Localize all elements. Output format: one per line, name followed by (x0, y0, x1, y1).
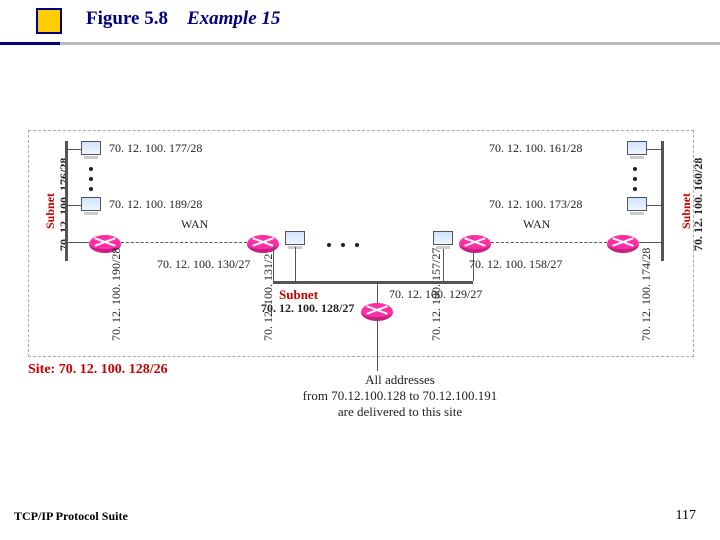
left-subnet-bus (65, 141, 68, 261)
page-number: 117 (676, 508, 696, 524)
figure-name: Example 15 (187, 8, 280, 29)
network-diagram: Subnet 70. 12. 100. 176/28 70. 12. 100. … (28, 130, 694, 357)
host-icon (627, 141, 647, 157)
link (65, 205, 81, 206)
link (65, 149, 81, 150)
caption-line3: are delivered to this site (338, 404, 462, 419)
host-right-bot-ip: 70. 12. 100. 173/28 (489, 197, 582, 212)
host-icon (81, 197, 101, 213)
link (295, 247, 296, 281)
router-left-ip: 70. 12. 100. 130/27 (157, 257, 250, 272)
host-icon (285, 231, 305, 247)
ellipsis-dot (633, 187, 637, 191)
if-right-in: 70. 12. 100. 157/27 (429, 248, 444, 341)
router-right (607, 235, 639, 253)
caption-line1: All addresses (365, 372, 435, 387)
ellipsis-dot (355, 243, 359, 247)
host-icon (81, 141, 101, 157)
wan-left-label: WAN (181, 217, 208, 232)
ellipsis-dot (633, 167, 637, 171)
host-right-top-ip: 70. 12. 100. 161/28 (489, 141, 582, 156)
link (65, 242, 89, 243)
wan-right-label: WAN (523, 217, 550, 232)
host-icon (627, 197, 647, 213)
footer-left: TCP/IP Protocol Suite (14, 509, 128, 524)
delivery-caption: All addresses from 70.12.100.128 to 70.1… (270, 372, 530, 420)
title-ornament (36, 8, 62, 34)
right-subnet-bus (661, 141, 664, 261)
link (647, 205, 661, 206)
router-mid-left (247, 235, 279, 253)
subnet-left-label: Subnet (43, 193, 58, 229)
host-icon (433, 231, 453, 247)
router-mid-right (459, 235, 491, 253)
title-underline (0, 42, 720, 45)
figure-title: Figure 5.8 Example 15 (86, 8, 280, 30)
link (639, 242, 661, 243)
figure-number: Figure 5.8 (86, 8, 168, 29)
host-left-top-ip: 70. 12. 100. 177/28 (109, 141, 202, 156)
uplink (377, 317, 378, 371)
if-left-out: 70. 12. 100. 190/28 (109, 248, 124, 341)
site-label: Site: 70. 12. 100. 128/26 (28, 362, 168, 378)
wan-link-right (491, 242, 607, 243)
wan-link-left (121, 242, 247, 243)
title-row: Figure 5.8 Example 15 (0, 8, 720, 42)
link (273, 245, 274, 281)
subnet-right-addr: 70. 12. 100. 160/28 (691, 158, 706, 251)
link (647, 149, 661, 150)
host-left-bot-ip: 70. 12. 100. 189/28 (109, 197, 202, 212)
ellipsis-dot (633, 177, 637, 181)
if-right-out: 70. 12. 100. 174/28 (639, 248, 654, 341)
ellipsis-dot (327, 243, 331, 247)
ellipsis-dot (341, 243, 345, 247)
ellipsis-dot (89, 177, 93, 181)
caption-line2: from 70.12.100.128 to 70.12.100.191 (303, 388, 498, 403)
subnet-mid-addr: 70. 12. 100. 128/27 (261, 301, 354, 316)
router-right-ip: 70. 12. 100. 158/27 (469, 257, 562, 272)
ellipsis-dot (89, 187, 93, 191)
link (377, 281, 378, 305)
ellipsis-dot (89, 167, 93, 171)
